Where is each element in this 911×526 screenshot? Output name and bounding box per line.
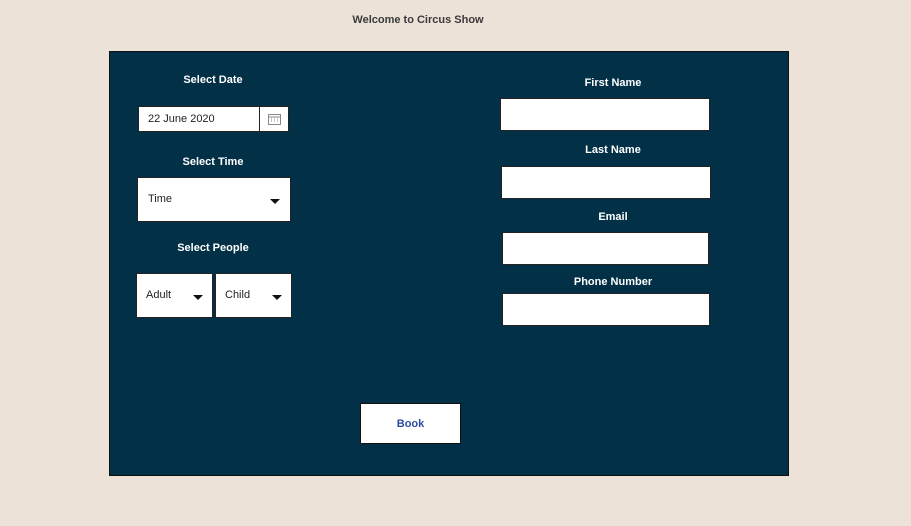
calendar-button[interactable]	[259, 106, 289, 132]
phone-input[interactable]	[502, 293, 710, 326]
select-time-label: Select Time	[182, 156, 244, 168]
chevron-down-icon	[193, 295, 203, 300]
child-value: Child	[225, 289, 251, 301]
first-name-input[interactable]	[500, 98, 710, 131]
calendar-icon	[268, 114, 281, 125]
last-name-input[interactable]	[501, 166, 711, 199]
adult-dropdown[interactable]: Adult	[136, 273, 213, 318]
page-title: Welcome to Circus Show	[352, 14, 484, 26]
email-label: Email	[598, 211, 628, 223]
email-input[interactable]	[502, 232, 709, 265]
first-name-label: First Name	[584, 77, 642, 89]
phone-label: Phone Number	[573, 276, 653, 288]
select-people-label: Select People	[177, 242, 249, 254]
child-dropdown[interactable]: Child	[215, 273, 292, 318]
time-dropdown[interactable]: Time	[137, 177, 291, 222]
book-button[interactable]: Book	[360, 403, 461, 444]
adult-value: Adult	[146, 289, 172, 301]
date-value: 22 June 2020	[148, 113, 215, 125]
last-name-label: Last Name	[585, 144, 641, 156]
date-input[interactable]: 22 June 2020	[138, 106, 260, 132]
select-date-label: Select Date	[183, 74, 243, 86]
chevron-down-icon	[272, 295, 282, 300]
time-value: Time	[148, 193, 173, 205]
chevron-down-icon	[270, 199, 280, 204]
